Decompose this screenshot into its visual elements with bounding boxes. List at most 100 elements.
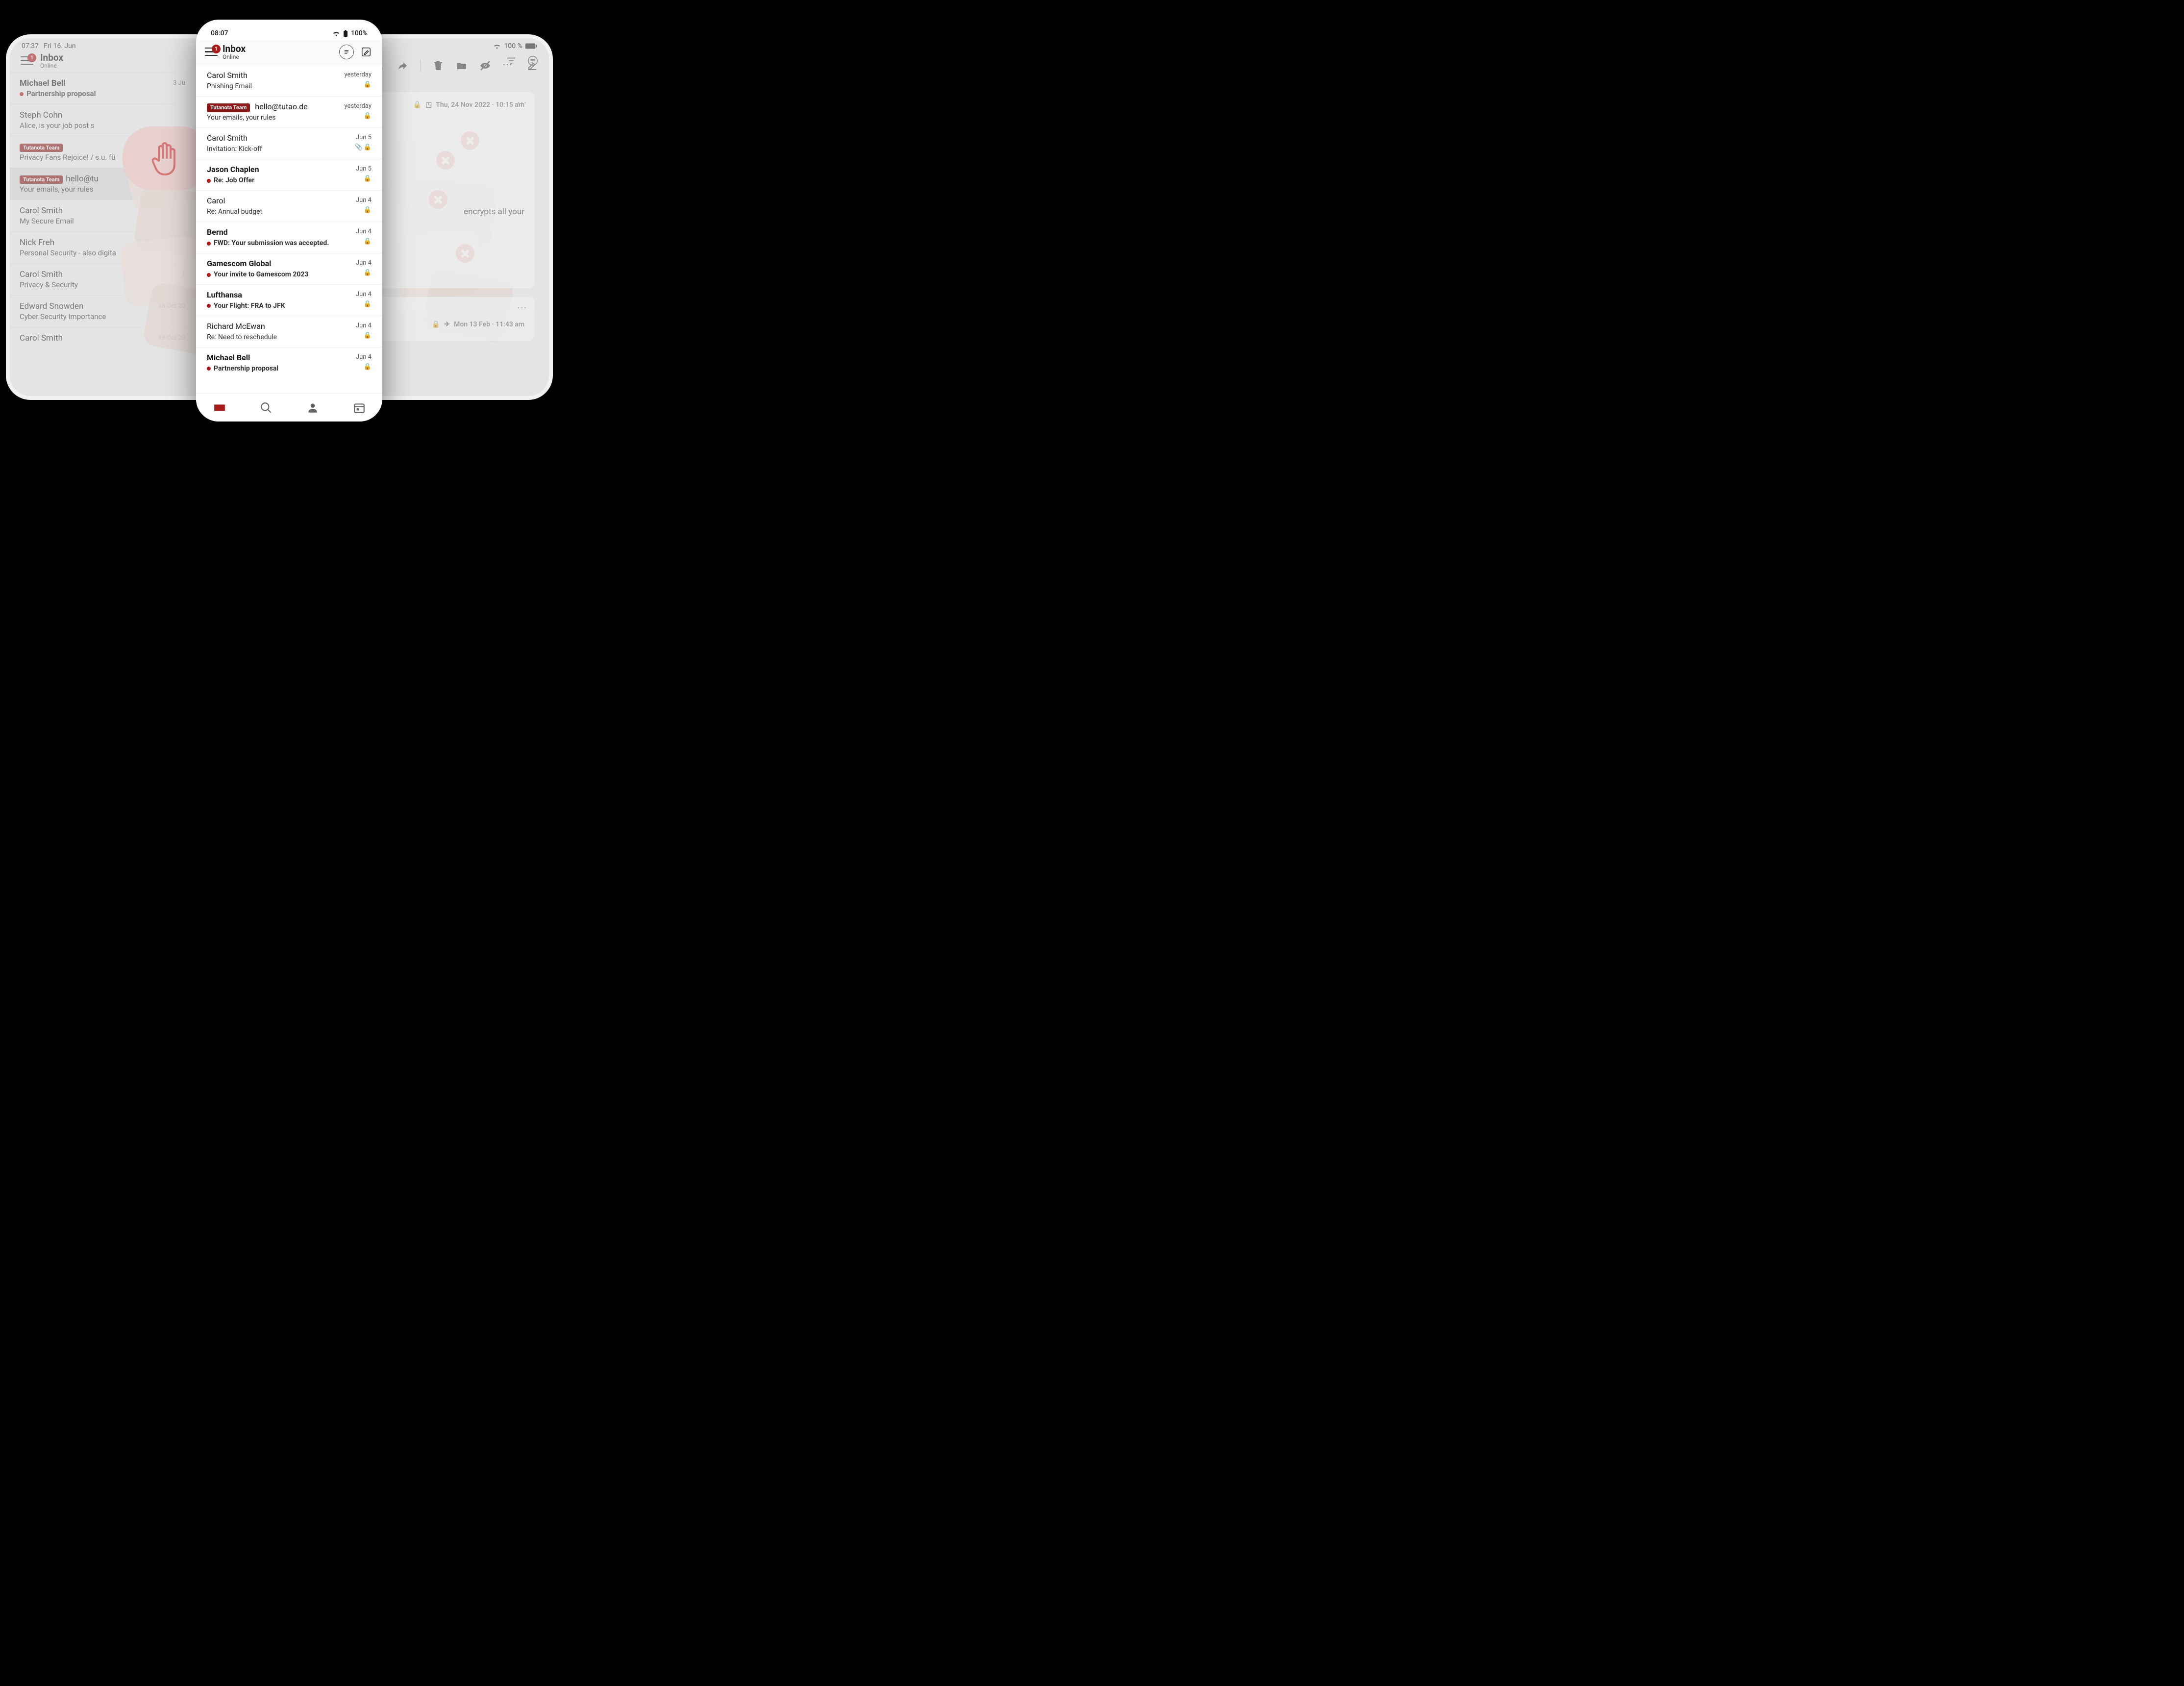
inbox-title: Inbox bbox=[40, 52, 63, 63]
inbox-chip-icon: ◳ bbox=[425, 101, 432, 109]
email-row[interactable]: Jason ChaplenRe: Job Offer Jun 5 🔒 bbox=[196, 159, 382, 190]
battery-icon bbox=[525, 43, 537, 49]
tablet-status-right: 100 % bbox=[493, 42, 537, 50]
tablet-status-time: 07:37 bbox=[22, 42, 39, 50]
phone-email-list[interactable]: Carol SmithPhishing Emailyesterday🔒Tutan… bbox=[196, 65, 382, 379]
email-subject: Your emails, your rules bbox=[207, 113, 372, 122]
card-more-icon[interactable]: ··· bbox=[518, 303, 527, 312]
hide-icon[interactable] bbox=[479, 60, 491, 72]
email-sender: Steph Cohn bbox=[20, 110, 181, 120]
trash-icon[interactable] bbox=[432, 60, 444, 72]
lock-icon: 🔒 bbox=[364, 363, 372, 371]
nav-contacts-icon[interactable] bbox=[306, 401, 319, 414]
lock-icon: 🔒 bbox=[364, 81, 372, 88]
email-row[interactable]: Michael BellPartnership proposal Jun 4 🔒 bbox=[196, 347, 382, 378]
lock-icon: 🔒 bbox=[364, 300, 372, 308]
thread-icon[interactable] bbox=[339, 45, 354, 59]
email-subject: Re: Need to reschedule bbox=[207, 333, 372, 342]
battery-icon bbox=[343, 30, 348, 37]
team-badge: Tutanota Team bbox=[20, 175, 63, 184]
nav-mail-icon[interactable] bbox=[213, 401, 226, 414]
email-row[interactable]: BerndFWD: Your submission was accepted.J… bbox=[196, 222, 382, 253]
wifi-icon bbox=[493, 43, 501, 49]
tablet-status-date: Fri 16. Jun bbox=[44, 42, 75, 50]
email-date: 3 Ju bbox=[173, 79, 185, 87]
phone-bottom-nav bbox=[196, 393, 382, 422]
phone-status-time: 08:07 bbox=[211, 29, 228, 37]
lock-icon: 🔒 bbox=[432, 321, 440, 328]
email-sender: Michael Bell bbox=[20, 78, 181, 88]
email-date: Jun 4 bbox=[356, 291, 372, 298]
phone-status-bar: 08:07 100% bbox=[196, 20, 382, 40]
more-icon[interactable]: ··· bbox=[503, 60, 515, 72]
wifi-icon bbox=[332, 30, 340, 36]
lock-icon: 🔒 bbox=[364, 206, 372, 214]
email-sender: Jason Chaplen bbox=[207, 165, 372, 175]
email-date: Jun 4 bbox=[356, 197, 372, 204]
inbox-title: Inbox bbox=[223, 43, 334, 54]
attachment-icon: 📎 bbox=[355, 144, 363, 151]
email-subject: Phishing Email bbox=[207, 82, 372, 91]
email-subject: Re: Job Offer bbox=[207, 176, 372, 185]
email-row[interactable]: Carol SmithPhishing Emailyesterday🔒 bbox=[196, 65, 382, 96]
email-date: yesterday bbox=[344, 102, 372, 110]
tablet-toolbar: ··· bbox=[373, 60, 538, 72]
unread-dot-icon bbox=[207, 179, 211, 183]
email-sender: Bernd bbox=[207, 227, 372, 238]
lock-icon: 🔒 bbox=[413, 101, 422, 109]
folder-icon[interactable] bbox=[456, 60, 468, 72]
unread-dot-icon bbox=[207, 304, 211, 308]
hamburger-menu-button[interactable]: 1 bbox=[205, 48, 218, 56]
tablet-battery-label: 100 % bbox=[504, 42, 522, 50]
unread-badge: 1 bbox=[212, 45, 221, 53]
phone-battery-label: 100% bbox=[351, 29, 368, 37]
phone-device: 08:07 100% 1 Inbox Online Carol SmithPhi… bbox=[196, 20, 382, 422]
email-row[interactable]: Tutanota Team hello@tutao.deYour emails,… bbox=[196, 96, 382, 127]
email-subject: Partnership proposal bbox=[207, 364, 372, 373]
email-subject: Your Flight: FRA to JFK bbox=[207, 301, 372, 310]
email-sender: Michael Bell bbox=[207, 353, 372, 363]
email-subject: Partnership proposal bbox=[20, 89, 181, 98]
hamburger-menu-button[interactable]: 1 bbox=[21, 56, 33, 65]
sent-icon: ✈ bbox=[444, 321, 450, 328]
email-sender: Gamescom Global bbox=[207, 259, 372, 269]
unread-dot-icon bbox=[207, 367, 211, 371]
lock-icon: 🔒 bbox=[364, 144, 372, 151]
compose-icon[interactable] bbox=[359, 45, 373, 59]
email-date: Jun 4 bbox=[356, 353, 372, 361]
forward-icon[interactable] bbox=[397, 60, 408, 72]
email-row[interactable]: Michael BellPartnership proposal 3 Ju bbox=[10, 72, 191, 104]
nav-search-icon[interactable] bbox=[260, 401, 273, 414]
unread-dot-icon bbox=[207, 273, 211, 277]
email-row[interactable]: Gamescom GlobalYour invite to Gamescom 2… bbox=[196, 253, 382, 284]
compose-icon[interactable] bbox=[526, 60, 538, 72]
team-badge: Tutanota Team bbox=[207, 103, 250, 112]
email-date: Jun 5 bbox=[356, 165, 372, 173]
email-row[interactable]: CarolRe: Annual budget Jun 4 🔒 bbox=[196, 190, 382, 222]
lock-icon: 🔒 bbox=[364, 238, 372, 245]
tablet-status-left: 07:37 Fri 16. Jun bbox=[22, 42, 76, 50]
online-status: Online bbox=[223, 53, 334, 60]
lock-icon: 🔒 bbox=[364, 175, 372, 182]
email-subject: FWD: Your submission was accepted. bbox=[207, 239, 372, 248]
nav-calendar-icon[interactable] bbox=[353, 401, 366, 414]
unread-badge: 1 bbox=[27, 53, 36, 62]
email-sender: Lufthansa bbox=[207, 290, 372, 300]
lock-icon: 🔒 bbox=[364, 269, 372, 276]
phone-header: 1 Inbox Online bbox=[196, 40, 382, 65]
team-badge: Tutanota Team bbox=[20, 144, 63, 152]
email-row[interactable]: Carol SmithInvitation: Kick-offJun 5🔒📎 bbox=[196, 127, 382, 159]
email-date: yesterday bbox=[344, 71, 372, 78]
lock-icon: 🔒 bbox=[364, 332, 372, 339]
email-sender: Richard McEwan bbox=[207, 322, 372, 332]
card-more-icon[interactable]: ··· bbox=[518, 98, 527, 107]
email-row[interactable]: LufthansaYour Flight: FRA to JFK Jun 4 🔒 bbox=[196, 284, 382, 316]
online-status: Online bbox=[40, 62, 63, 69]
email-sender: Carol bbox=[207, 196, 372, 206]
email-meta-date: Thu, 24 Nov 2022 · 10:15 am bbox=[436, 101, 524, 109]
unread-dot-icon bbox=[20, 92, 24, 96]
email-date: Jun 5 bbox=[356, 134, 372, 141]
email-subject: Invitation: Kick-off bbox=[207, 145, 372, 153]
email-row[interactable]: Richard McEwanRe: Need to rescheduleJun … bbox=[196, 316, 382, 347]
email-subject: Re: Annual budget bbox=[207, 207, 372, 216]
